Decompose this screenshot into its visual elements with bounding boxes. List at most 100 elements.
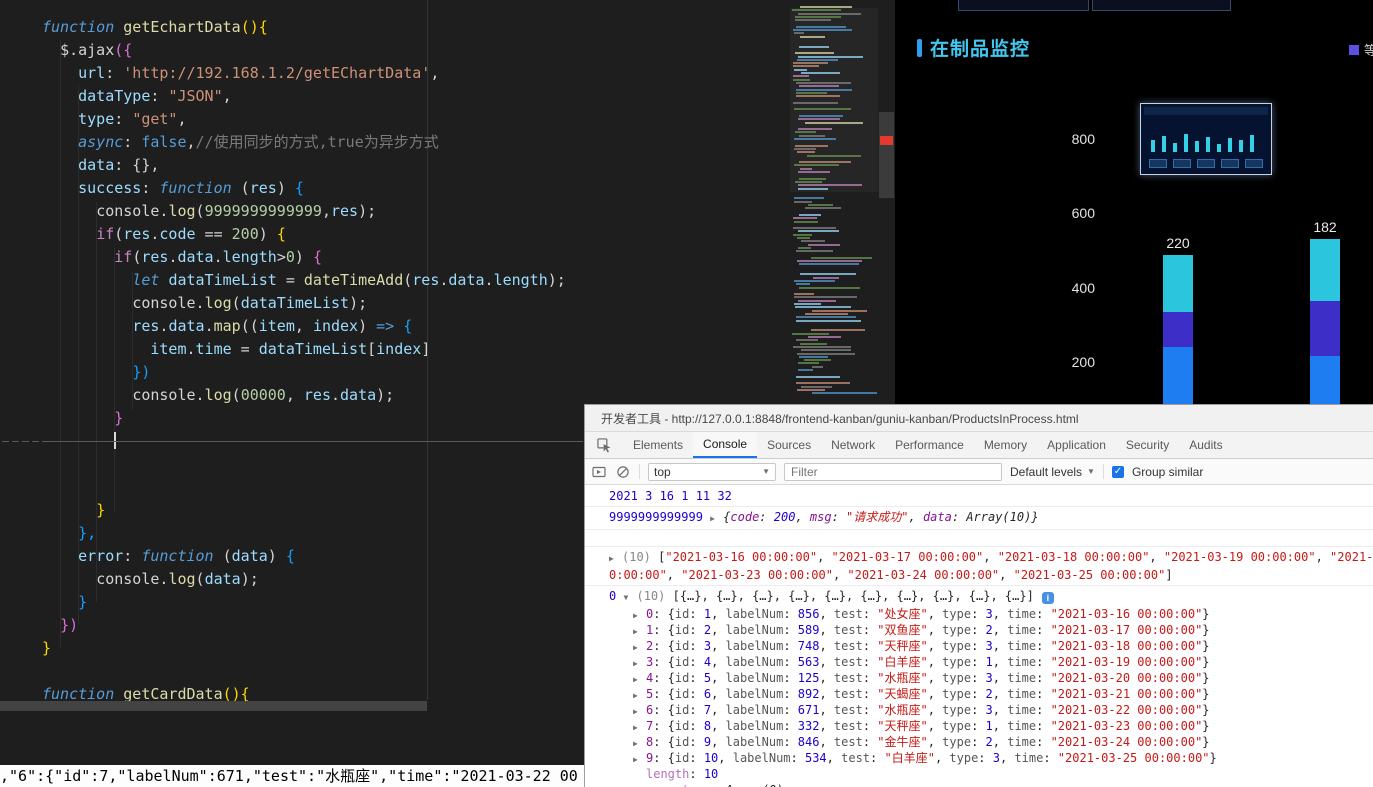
minimap-code-line bbox=[797, 12, 861, 15]
thumbnail-bar bbox=[1250, 135, 1254, 152]
code-line: async: false,//使用同步的方式,true为异步方式 bbox=[78, 133, 439, 151]
minimap-code-line bbox=[794, 279, 836, 282]
minimap-code-line bbox=[795, 339, 819, 342]
minimap-code-line bbox=[808, 336, 842, 338]
vertical-scrollbar-thumb[interactable] bbox=[879, 112, 894, 198]
expand-arrow-icon[interactable]: ▶ bbox=[633, 752, 646, 766]
minimap-code-line bbox=[792, 62, 828, 65]
array-item-row: ▶ 7: {id: 8, labelNum: 332, test: "天秤座", … bbox=[633, 718, 1373, 734]
chart-legend[interactable]: 等 bbox=[1349, 40, 1373, 59]
whitespace-dash bbox=[2, 441, 9, 442]
code-line: }, bbox=[78, 524, 97, 542]
tab-audits[interactable]: Audits bbox=[1179, 432, 1232, 458]
minimap-code-line bbox=[800, 385, 832, 388]
expand-arrow-icon[interactable]: ▶ bbox=[633, 608, 646, 622]
bar-segment bbox=[1163, 255, 1193, 313]
code-line: if(res.code == 200) { bbox=[96, 225, 286, 243]
minimap-code-line bbox=[798, 55, 864, 58]
devtools-window: 开发者工具 - http://127.0.0.1:8848/frontend-k… bbox=[584, 404, 1373, 787]
expand-arrow-icon[interactable]: ▶ bbox=[633, 720, 646, 734]
log-blank bbox=[585, 530, 1373, 547]
log-levels-label: Default levels bbox=[1010, 464, 1083, 479]
minimap[interactable] bbox=[790, 0, 878, 404]
minimap-code-line bbox=[798, 85, 839, 88]
minimap-code-line bbox=[793, 164, 840, 167]
frame-context-selector[interactable]: top ▼ bbox=[648, 462, 776, 481]
array-item-row: ▶ 6: {id: 7, labelNum: 671, test: "水瓶座", … bbox=[633, 702, 1373, 718]
vertical-scrollbar[interactable] bbox=[878, 0, 895, 404]
array-item-row: ▶ 3: {id: 4, labelNum: 563, test: "白羊座", … bbox=[633, 654, 1373, 670]
expand-arrow-icon[interactable]: ▶ bbox=[633, 640, 646, 654]
minimap-code-line bbox=[793, 78, 810, 81]
expand-arrow-icon[interactable]: ▶ bbox=[633, 656, 646, 670]
minimap-code-line bbox=[794, 144, 829, 147]
array-item-row: ▶ 5: {id: 6, labelNum: 892, test: "天蝎座", … bbox=[633, 686, 1373, 702]
minimap-code-line bbox=[801, 240, 826, 243]
code-line: function getEchartData(){ bbox=[42, 18, 268, 36]
minimap-code-line bbox=[799, 6, 853, 8]
info-icon: i bbox=[1041, 592, 1054, 604]
minimap-code-line bbox=[799, 263, 860, 266]
minimap-code-line bbox=[796, 388, 826, 391]
dashboard-title-text: 在制品监控 bbox=[930, 39, 1031, 60]
code-line: dataType: "JSON", bbox=[78, 87, 232, 105]
kanban-dashboard: 在制品监控 等 200 400 600 800 220 182 bbox=[895, 0, 1373, 404]
expand-arrow-icon[interactable]: ▶ bbox=[633, 672, 646, 686]
group-similar-checkbox[interactable]: ✓ bbox=[1111, 465, 1124, 478]
log-levels-dropdown[interactable]: Default levels ▼ bbox=[1010, 465, 1095, 479]
code-line: console.log(data); bbox=[96, 570, 259, 588]
expand-arrow-icon[interactable]: ▶ bbox=[633, 624, 646, 638]
array-item-row: ▶ 2: {id: 3, labelNum: 748, test: "天秤座", … bbox=[633, 638, 1373, 654]
minimap-code-line bbox=[800, 342, 827, 345]
array-length-row: length: 10 bbox=[646, 767, 719, 781]
code-line: } bbox=[78, 593, 88, 611]
expand-arrow-icon[interactable]: ▶ bbox=[633, 704, 646, 718]
legend-label: 等 bbox=[1364, 43, 1373, 58]
minimap-code-line bbox=[795, 95, 841, 98]
expand-arrow-icon[interactable]: ▼ bbox=[623, 590, 636, 606]
clear-console-button[interactable] bbox=[615, 464, 631, 480]
expand-arrow-icon[interactable]: ▶ bbox=[710, 511, 723, 527]
minimap-code-line bbox=[795, 283, 810, 286]
tab-elements[interactable]: Elements bbox=[623, 432, 693, 458]
console-messages[interactable]: 2021 3 16 1 11 32 9999999999999 ▶ {code: 2… bbox=[585, 486, 1373, 787]
tab-application[interactable]: Application bbox=[1037, 432, 1116, 458]
minimap-code-line bbox=[804, 312, 849, 315]
tab-network[interactable]: Network bbox=[821, 432, 885, 458]
json-status-text: ,"6":{"id":7,"labelNum":671,"test":"水瓶座"… bbox=[0, 767, 578, 785]
tab-performance[interactable]: Performance bbox=[885, 432, 974, 458]
minimap-code-line bbox=[795, 319, 862, 322]
code-line: if(res.data.length>0) { bbox=[114, 248, 322, 266]
minimap-code-line bbox=[797, 171, 831, 173]
error-marker bbox=[880, 136, 893, 145]
group-similar-label: Group similar bbox=[1131, 464, 1204, 479]
thumbnail-header bbox=[1144, 107, 1268, 115]
minimap-code-line bbox=[799, 167, 813, 170]
expand-arrow-icon[interactable]: ▶ bbox=[633, 736, 646, 750]
expand-arrow-icon[interactable]: ▶ bbox=[609, 551, 622, 567]
thumbnail-bar bbox=[1195, 141, 1199, 152]
y-axis-tick-label: 600 bbox=[1071, 205, 1095, 221]
inspect-element-button[interactable] bbox=[585, 432, 623, 458]
tab-memory[interactable]: Memory bbox=[974, 432, 1037, 458]
minimap-code-line bbox=[800, 273, 857, 276]
horizontal-scrollbar-thumb[interactable] bbox=[0, 701, 427, 711]
minimap-code-line bbox=[794, 293, 815, 296]
devtools-tab-bar: Elements Console Sources Network Performance… bbox=[585, 432, 1373, 459]
minimap-code-line bbox=[798, 355, 829, 358]
tab-console[interactable]: Console bbox=[693, 432, 758, 458]
minimap-code-line bbox=[793, 197, 824, 200]
minimap-code-line bbox=[795, 306, 851, 309]
code-line: }) bbox=[132, 363, 151, 381]
minimap-code-line bbox=[796, 151, 815, 154]
console-filter-input[interactable] bbox=[784, 462, 1002, 481]
expand-arrow-icon[interactable]: ▶ bbox=[633, 688, 646, 702]
tab-security[interactable]: Security bbox=[1116, 432, 1179, 458]
devtools-titlebar[interactable]: 开发者工具 - http://127.0.0.1:8848/frontend-k… bbox=[585, 405, 1373, 432]
console-sidebar-button[interactable] bbox=[591, 464, 607, 480]
minimap-code-line bbox=[795, 15, 841, 18]
minimap-code-line bbox=[798, 369, 813, 371]
tab-sources[interactable]: Sources bbox=[757, 432, 821, 458]
